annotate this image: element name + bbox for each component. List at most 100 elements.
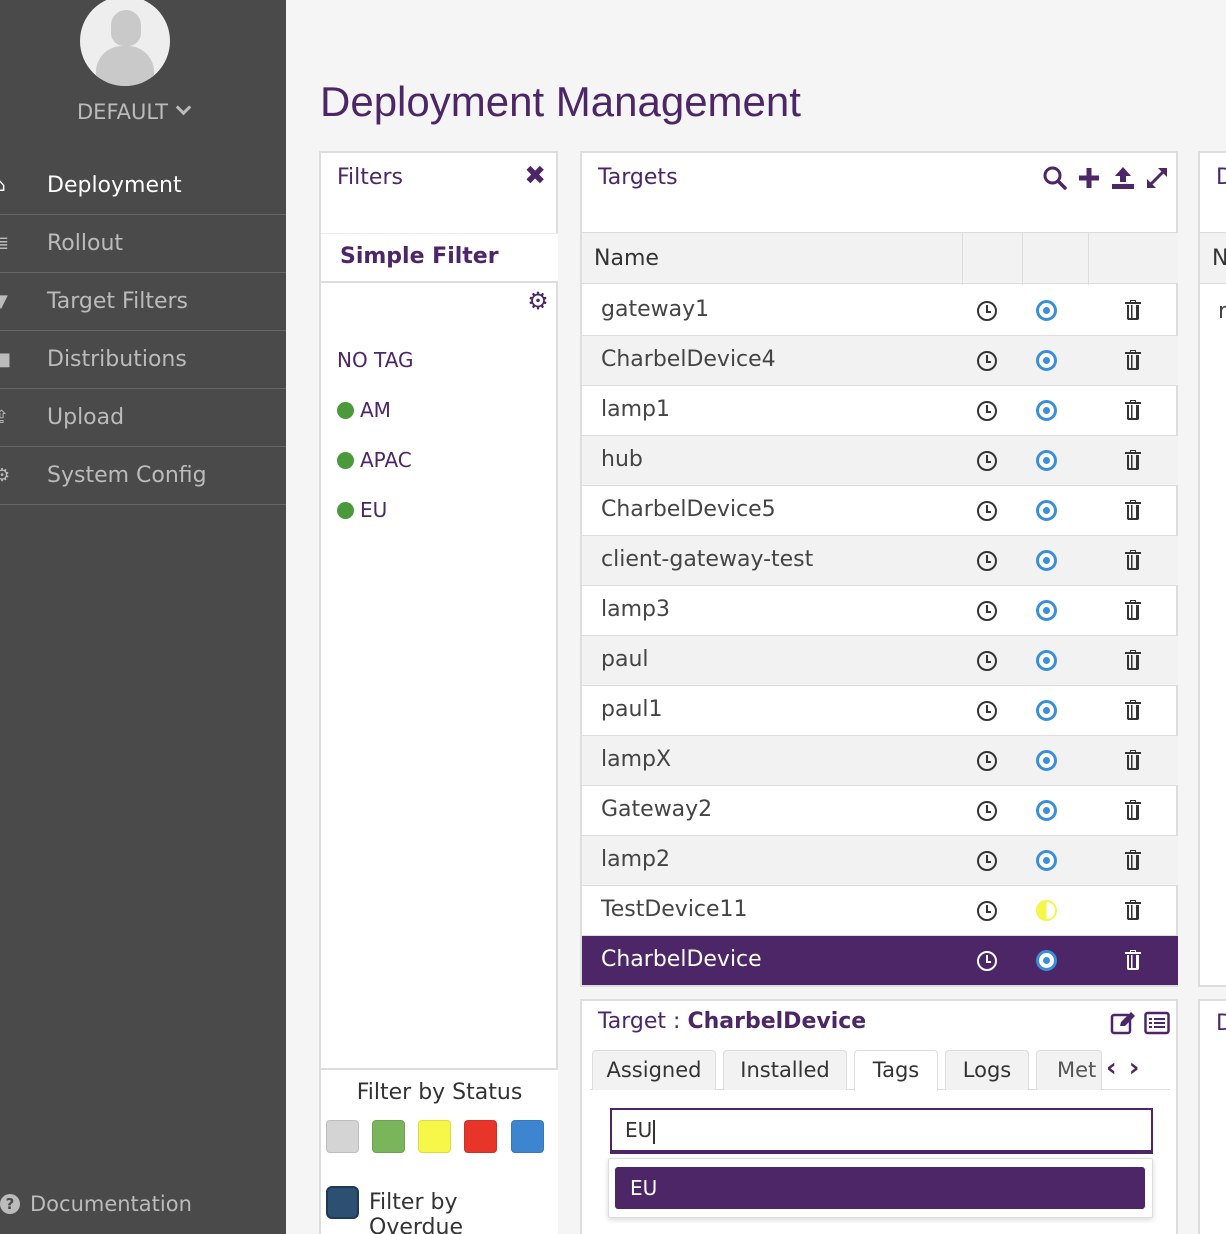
trash-icon[interactable] xyxy=(1125,700,1141,720)
trash-icon[interactable] xyxy=(1125,900,1141,920)
tab-metadata[interactable]: Met xyxy=(1036,1050,1102,1090)
trash-icon[interactable] xyxy=(1125,500,1141,520)
column-header-name[interactable]: N xyxy=(1212,246,1226,271)
status-icon xyxy=(1036,750,1057,771)
upload-icon[interactable] xyxy=(1110,165,1136,191)
close-icon[interactable]: ✖ xyxy=(524,163,546,189)
filters-panel: Filters ✖ Simple Filter ⚙ NO TAG AM APAC… xyxy=(319,151,558,1234)
clock-icon[interactable] xyxy=(977,601,997,621)
tag-settings-gear-icon[interactable]: ⚙ xyxy=(526,289,550,313)
trash-icon[interactable] xyxy=(1125,300,1141,320)
nav-item-rollout[interactable]: ≣ Rollout xyxy=(0,215,286,273)
tag-label: NO TAG xyxy=(337,348,414,372)
clock-icon[interactable] xyxy=(977,351,997,371)
table-row[interactable]: CharbelDevice5 xyxy=(582,486,1178,536)
tab-installed[interactable]: Installed xyxy=(723,1050,847,1090)
trash-icon[interactable] xyxy=(1125,550,1141,570)
status-filter-unknown[interactable] xyxy=(326,1120,359,1153)
table-row[interactable]: hub xyxy=(582,436,1178,486)
nav-item-deployment[interactable]: ⌂ Deployment xyxy=(0,157,286,215)
table-row[interactable]: paul xyxy=(582,636,1178,686)
metadata-list-icon[interactable] xyxy=(1144,1011,1170,1035)
tag-search-input[interactable]: EU xyxy=(610,1108,1153,1154)
chevron-down-icon xyxy=(175,99,192,116)
targets-toolbar xyxy=(1042,165,1170,191)
nav-item-distributions[interactable]: ■ Distributions xyxy=(0,331,286,389)
table-row[interactable]: lampX xyxy=(582,736,1178,786)
clock-icon[interactable] xyxy=(977,901,997,921)
add-icon[interactable] xyxy=(1076,165,1102,191)
clock-icon[interactable] xyxy=(977,701,997,721)
target-name: lamp3 xyxy=(601,597,670,622)
tag-filter-am[interactable]: AM xyxy=(337,398,391,422)
status-filter-in-sync[interactable] xyxy=(372,1120,405,1153)
avatar-head xyxy=(111,10,141,46)
clock-icon[interactable] xyxy=(977,451,997,471)
distributions-row[interactable]: r xyxy=(1218,299,1226,324)
maximize-icon[interactable] xyxy=(1144,165,1170,191)
avatar-body xyxy=(96,46,154,86)
column-header-name[interactable]: Name xyxy=(594,246,659,271)
tab-simple-filter[interactable]: Simple Filter xyxy=(321,233,558,283)
tag-filter-eu[interactable]: EU xyxy=(337,498,387,522)
tag-suggestion-item[interactable]: EU xyxy=(615,1167,1145,1209)
documentation-link[interactable]: ? Documentation xyxy=(0,1192,192,1216)
clock-icon[interactable] xyxy=(977,401,997,421)
clock-icon[interactable] xyxy=(977,951,997,971)
trash-icon[interactable] xyxy=(1125,650,1141,670)
table-row[interactable]: lamp3 xyxy=(582,586,1178,636)
clock-icon[interactable] xyxy=(977,551,997,571)
tab-tags[interactable]: Tags xyxy=(854,1050,938,1091)
trash-icon[interactable] xyxy=(1125,850,1141,870)
trash-can xyxy=(1127,355,1139,370)
table-row[interactable]: lamp1 xyxy=(582,386,1178,436)
search-icon[interactable] xyxy=(1042,165,1068,191)
table-row[interactable]: Gateway2 xyxy=(582,786,1178,836)
tenant-dropdown[interactable]: DEFAULT xyxy=(0,99,266,124)
chevron-right-icon[interactable]: › xyxy=(1129,1053,1152,1083)
tab-assigned[interactable]: Assigned xyxy=(592,1050,716,1090)
status-filter-pending[interactable] xyxy=(418,1120,451,1153)
table-row[interactable]: TestDevice11 xyxy=(582,886,1178,936)
clock-icon[interactable] xyxy=(977,751,997,771)
clock-icon[interactable] xyxy=(977,501,997,521)
trash-icon[interactable] xyxy=(1125,950,1141,970)
nav-item-upload[interactable]: ⇪ Upload xyxy=(0,389,286,447)
avatar[interactable] xyxy=(80,0,170,86)
table-row[interactable]: lamp2 xyxy=(582,836,1178,886)
nav-label: Upload xyxy=(47,405,125,430)
trash-icon[interactable] xyxy=(1125,800,1141,820)
tab-scroll-arrows: ‹› xyxy=(1106,1053,1151,1083)
table-row[interactable]: CharbelDevice xyxy=(582,936,1178,986)
tab-logs[interactable]: Logs xyxy=(945,1050,1029,1090)
trash-icon[interactable] xyxy=(1125,600,1141,620)
trash-icon[interactable] xyxy=(1125,350,1141,370)
table-row[interactable]: gateway1 xyxy=(582,286,1178,336)
tag-input-value: EU xyxy=(625,1118,653,1142)
edit-icon[interactable] xyxy=(1110,1011,1136,1035)
trash-icon[interactable] xyxy=(1125,400,1141,420)
status-filter-error[interactable] xyxy=(464,1120,497,1153)
trash-icon[interactable] xyxy=(1125,750,1141,770)
chevron-left-icon[interactable]: ‹ xyxy=(1106,1053,1129,1083)
status-filter-registered[interactable] xyxy=(511,1120,544,1153)
tag-color-dot xyxy=(337,501,354,519)
trash-icon[interactable] xyxy=(1125,450,1141,470)
nav-item-system-config[interactable]: ⚙ System Config xyxy=(0,447,286,505)
clock-icon[interactable] xyxy=(977,801,997,821)
table-row[interactable]: client-gateway-test xyxy=(582,536,1178,586)
tag-filter-no-tag[interactable]: NO TAG xyxy=(337,348,414,372)
nav-item-target-filters[interactable]: ▼ Target Filters xyxy=(0,273,286,331)
clock-icon[interactable] xyxy=(977,651,997,671)
table-row[interactable]: CharbelDevice4 xyxy=(582,336,1178,386)
documentation-label: Documentation xyxy=(30,1192,192,1216)
list-icon: ≣ xyxy=(0,232,10,254)
tag-filter-apac[interactable]: APAC xyxy=(337,448,412,472)
table-row[interactable]: paul1 xyxy=(582,686,1178,736)
tag-label: EU xyxy=(360,498,388,522)
overdue-filter-button[interactable] xyxy=(326,1186,359,1219)
clock-icon[interactable] xyxy=(977,851,997,871)
clock-icon[interactable] xyxy=(977,301,997,321)
trash-can xyxy=(1127,505,1139,520)
target-details-title: Target : CharbelDevice xyxy=(598,1009,866,1034)
